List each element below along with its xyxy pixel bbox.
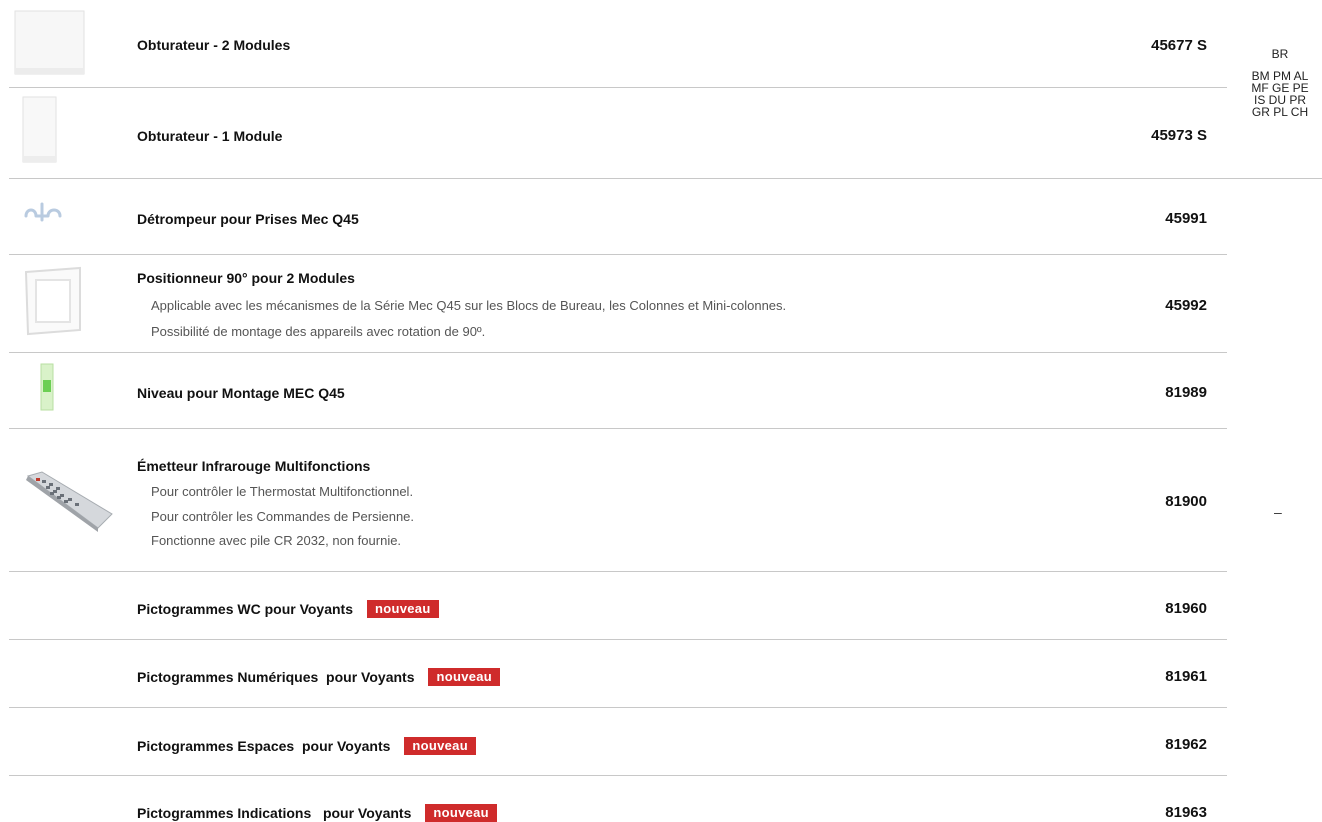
product-name: Détrompeur pour Prises Mec Q45 (137, 211, 359, 227)
new-badge: nouveau (404, 737, 476, 755)
row-separator (9, 87, 1227, 88)
row-separator (9, 352, 1227, 353)
product-name: Niveau pour Montage MEC Q45 (137, 385, 345, 401)
product-name: Positionneur 90° pour 2 Modules (137, 270, 355, 286)
row-separator (9, 428, 1227, 429)
row-separator (9, 707, 1227, 708)
product-name: Pictogrammes Numériques pour Voyants (137, 669, 415, 685)
product-code: 45677 S (1151, 37, 1207, 54)
product-description: Possibilité de montage des appareils ave… (151, 324, 486, 339)
product-name: Pictogrammes WC pour Voyants (137, 601, 354, 617)
product-name-row: Pictogrammes WC pour Voyants nouveau (137, 600, 439, 618)
product-code: 81960 (1165, 600, 1207, 617)
product-description: Applicable avec les mécanismes de la Sér… (151, 298, 787, 313)
product-image-spirit-level (38, 362, 56, 417)
product-code: 81989 (1165, 384, 1207, 401)
product-name-row: Pictogrammes Espaces pour Voyants nouveau (137, 737, 476, 755)
product-code: 81963 (1165, 804, 1207, 821)
row-separator (9, 639, 1227, 640)
product-image-positioner (22, 266, 84, 341)
product-description: Pour contrôler les Commandes de Persienn… (151, 509, 415, 524)
new-badge: nouveau (428, 668, 501, 686)
product-code: 45973 S (1151, 127, 1207, 144)
product-description: Pour contrôler le Thermostat Multifoncti… (151, 484, 414, 499)
product-name-row: Pictogrammes Numériques pour Voyants nouv… (137, 668, 501, 686)
product-image-blank-plate-1 (22, 96, 58, 169)
product-name: Obturateur - 1 Module (137, 128, 283, 144)
product-name: Pictogrammes Espaces pour Voyants (137, 738, 391, 754)
product-code: 81962 (1165, 736, 1207, 753)
product-code: 81961 (1165, 668, 1207, 685)
product-name-row: Pictogrammes Indications pour Voyants nou… (137, 804, 497, 822)
row-separator (9, 775, 1227, 776)
product-description: Fonctionne avec pile CR 2032, non fourni… (151, 533, 402, 548)
finish-none-dash: – (1274, 504, 1282, 520)
product-image-polarizer (22, 200, 72, 229)
product-code: 45991 (1165, 210, 1207, 227)
product-name: Émetteur Infrarouge Multifonctions (137, 458, 371, 474)
product-image-remote-control (22, 470, 114, 537)
finish-code-header: BR (1271, 47, 1289, 61)
product-name: Obturateur - 2 Modules (137, 37, 291, 53)
product-code: 45992 (1165, 297, 1207, 314)
new-badge: nouveau (425, 804, 497, 822)
product-image-blank-plate-2 (14, 10, 86, 81)
product-name: Pictogrammes Indications pour Voyants (137, 805, 412, 821)
product-code: 81900 (1165, 493, 1207, 510)
row-separator (9, 571, 1227, 572)
new-badge: nouveau (367, 600, 439, 618)
finish-codes: GR PL CH (1251, 105, 1309, 119)
row-separator (9, 178, 1322, 179)
row-separator (9, 254, 1227, 255)
